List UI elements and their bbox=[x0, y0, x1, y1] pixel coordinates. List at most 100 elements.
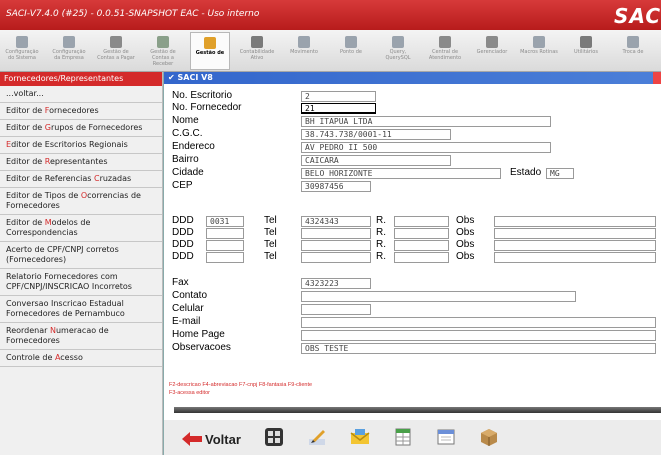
menu-item[interactable]: Editor de Representantes bbox=[0, 154, 162, 171]
toolbar-button-5[interactable]: Contabilidade Ativo bbox=[237, 32, 277, 70]
mail-icon[interactable] bbox=[350, 427, 370, 447]
email-field[interactable] bbox=[301, 317, 656, 328]
toolbar-button-3[interactable]: Gestão de Contas a Receber bbox=[143, 32, 183, 70]
estado-field[interactable]: MG bbox=[546, 168, 574, 179]
menu-item-text: rupos de Fornecedores bbox=[50, 123, 143, 132]
main-toolbar: Configuração do Sistema Configuração da E… bbox=[0, 30, 661, 72]
menu-item-text: Editor de bbox=[6, 106, 45, 115]
edit-pencil-icon[interactable] bbox=[307, 427, 327, 447]
toolbar-button-12[interactable]: Utilitários bbox=[566, 32, 606, 70]
toolbar-label: Gerenciador bbox=[476, 49, 508, 55]
obs-field[interactable] bbox=[494, 228, 656, 239]
ramal-field[interactable] bbox=[394, 228, 449, 239]
package-icon[interactable] bbox=[479, 427, 499, 447]
nome-field[interactable]: BH ITAPUA LTDA bbox=[301, 116, 551, 127]
tel-field[interactable] bbox=[301, 252, 371, 263]
escritorio-field[interactable]: 2 bbox=[301, 91, 376, 102]
menu-item-text: Relatorio Fornecedores com CPF/CNPJ/INSC… bbox=[6, 272, 132, 291]
cgc-field[interactable]: 38.743.738/0001-11 bbox=[301, 129, 451, 140]
voltar-button[interactable]: Voltar bbox=[182, 430, 241, 450]
ramal-field[interactable] bbox=[394, 252, 449, 263]
endereco-field[interactable]: AV PEDRO II 500 bbox=[301, 142, 551, 153]
menu-item[interactable]: Acerto de CPF/CNPJ corretos (Fornecedore… bbox=[0, 242, 162, 269]
menu-item[interactable]: Editor de Grupos de Fornecedores bbox=[0, 120, 162, 137]
ddd-field[interactable] bbox=[206, 228, 244, 239]
menu-item[interactable]: Relatorio Fornecedores com CPF/CNPJ/INSC… bbox=[0, 269, 162, 296]
label-contato: Contato bbox=[172, 290, 208, 301]
toolbar-label: Query, QuerySQL bbox=[385, 49, 411, 61]
menu-item[interactable]: Editor de Referencias Cruzadas bbox=[0, 171, 162, 188]
ddd-field[interactable] bbox=[206, 252, 244, 263]
menu-header: Fornecedores/Representantes bbox=[0, 72, 162, 86]
tag-icon bbox=[343, 34, 359, 48]
menu-item[interactable]: Editor de Tipos de Ocorrencias de Fornec… bbox=[0, 188, 162, 215]
menu-item-text: Conversao Inscricao Estadual Fornecedore… bbox=[6, 299, 125, 318]
label-cgc: C.G.C. bbox=[172, 128, 203, 139]
toolbar-button-2[interactable]: Gestão de Contas a Pagar bbox=[96, 32, 136, 70]
toolbar-button-1[interactable]: Configuração da Empresa bbox=[49, 32, 89, 70]
tel-field[interactable] bbox=[301, 240, 371, 251]
money-icon bbox=[155, 34, 171, 48]
obs-field[interactable] bbox=[494, 252, 656, 263]
toolbar-button-6[interactable]: Movimento bbox=[284, 32, 324, 70]
contato-field[interactable] bbox=[301, 291, 576, 302]
label-obs: Obs bbox=[456, 227, 475, 238]
homepage-field[interactable] bbox=[301, 330, 656, 341]
menu-item-text: Editor de bbox=[6, 123, 45, 132]
spreadsheet-icon[interactable] bbox=[393, 427, 413, 447]
ddd-field[interactable] bbox=[206, 240, 244, 251]
toolbar-label: Gestão de Contas a Receber bbox=[150, 49, 176, 67]
cidade-field[interactable]: BELO HORIZONTE bbox=[301, 168, 501, 179]
observacoes-field[interactable]: OBS TESTE bbox=[301, 343, 656, 354]
fax-field[interactable]: 4323223 bbox=[301, 278, 371, 289]
toolbar-button-0[interactable]: Configuração do Sistema bbox=[2, 32, 42, 70]
toolbar-button-10[interactable]: Gerenciador bbox=[472, 32, 512, 70]
bairro-field[interactable]: CAICARA bbox=[301, 155, 451, 166]
label-obs: Obs bbox=[456, 215, 475, 226]
menu-item[interactable]: Reordenar Numeracao de Fornecedores bbox=[0, 323, 162, 350]
menu-item[interactable]: Editor de Escritorios Regionais bbox=[0, 137, 162, 154]
label-obs: Obs bbox=[456, 251, 475, 262]
person-icon bbox=[437, 34, 453, 48]
label-homepage: Home Page bbox=[172, 329, 225, 340]
close-icon[interactable] bbox=[653, 72, 661, 84]
label-fax: Fax bbox=[172, 277, 189, 288]
toolbar-button-7[interactable]: Ponto de bbox=[331, 32, 371, 70]
ramal-field[interactable] bbox=[394, 240, 449, 251]
label-escritorio: No. Escritorio bbox=[172, 90, 233, 101]
celular-field[interactable] bbox=[301, 304, 371, 315]
calculator-icon[interactable] bbox=[264, 427, 284, 447]
menu-item[interactable]: Editor de Fornecedores bbox=[0, 103, 162, 120]
dialog-title-bar: ✔ SACI V8 bbox=[164, 72, 661, 84]
menu-item[interactable]: ...voltar... bbox=[0, 86, 162, 103]
ddd-field[interactable]: 0031 bbox=[206, 216, 244, 227]
tel-field[interactable]: 4324343 bbox=[301, 216, 371, 227]
dialog-icon: ✔ bbox=[168, 73, 178, 82]
label-ramal: R. bbox=[376, 239, 386, 250]
toolbar-button-8[interactable]: Query, QuerySQL bbox=[378, 32, 418, 70]
menu-item[interactable]: Controle de Acesso bbox=[0, 350, 162, 367]
toolbar-button-13[interactable]: Troca de bbox=[613, 32, 653, 70]
obs-field[interactable] bbox=[494, 216, 656, 227]
toolbar-label: Ponto de bbox=[340, 49, 362, 55]
obs-field[interactable] bbox=[494, 240, 656, 251]
shortcut-hints: F2-descricao F4-abreviacao F7-cnpj F8-fa… bbox=[169, 382, 313, 388]
label-endereco: Endereco bbox=[172, 141, 215, 152]
toolbar-button-4[interactable]: Gestão de bbox=[190, 32, 230, 70]
tel-field[interactable] bbox=[301, 228, 371, 239]
menu-item[interactable]: Editor de Modelos de Correspondencias bbox=[0, 215, 162, 242]
menu-item[interactable]: Conversao Inscricao Estadual Fornecedore… bbox=[0, 296, 162, 323]
toolbar-button-11[interactable]: Macros Rotinas bbox=[519, 32, 559, 70]
label-ddd: DDD bbox=[172, 251, 194, 262]
side-menu: Fornecedores/Representantes ...voltar...… bbox=[0, 72, 163, 455]
ramal-field[interactable] bbox=[394, 216, 449, 227]
window-icon[interactable] bbox=[436, 427, 456, 447]
cep-field[interactable]: 30987456 bbox=[301, 181, 371, 192]
menu-item-text: Editor de bbox=[6, 157, 45, 166]
toolbar-label: Movimento bbox=[290, 49, 318, 55]
toolbar-label: Macros Rotinas bbox=[520, 49, 558, 55]
label-tel: Tel bbox=[264, 227, 277, 238]
toolbar-button-9[interactable]: Central de Atendimento bbox=[425, 32, 465, 70]
fornecedor-field[interactable]: 21 bbox=[301, 103, 376, 114]
label-ramal: R. bbox=[376, 227, 386, 238]
